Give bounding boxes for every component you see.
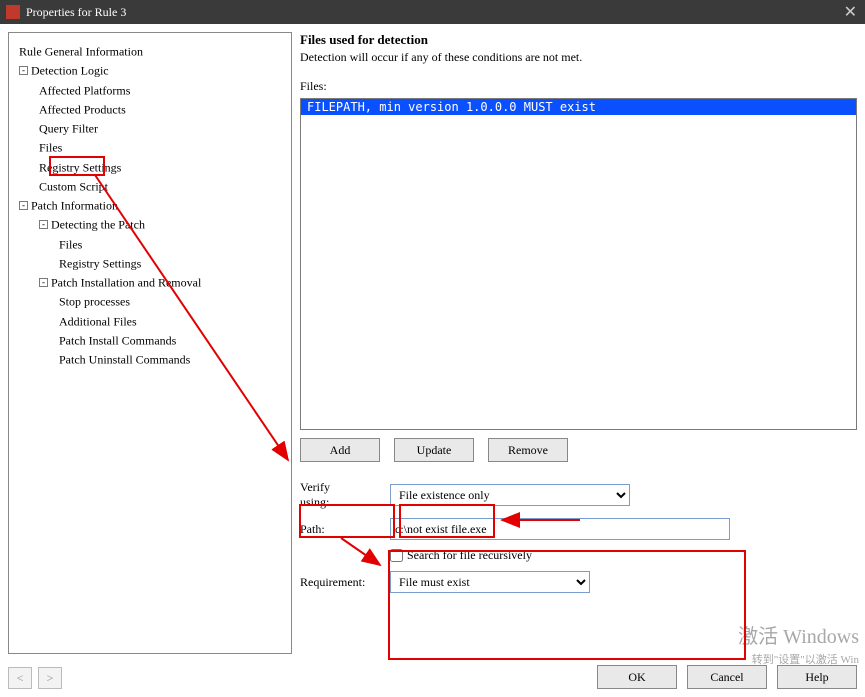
form-grid: Verifyusing: File existence only Path: S… (300, 480, 857, 593)
path-label: Path: (300, 522, 390, 537)
section-title: Files used for detection (300, 32, 857, 48)
list-item[interactable]: FILEPATH, min version 1.0.0.0 MUST exist (301, 99, 856, 115)
help-button[interactable]: Help (777, 665, 857, 689)
files-label: Files: (300, 79, 857, 94)
tree-additional-files[interactable]: Additional Files (13, 311, 287, 330)
tree-dp-files[interactable]: Files (13, 234, 287, 253)
tree-dp-registry[interactable]: Registry Settings (13, 253, 287, 272)
window-title: Properties for Rule 3 (26, 5, 126, 20)
titlebar: Properties for Rule 3 ✕ (0, 0, 865, 24)
tree-query-filter[interactable]: Query Filter (13, 118, 287, 137)
tree-rule-general[interactable]: Rule General Information (13, 41, 287, 60)
footer-buttons: OK Cancel Help (597, 665, 857, 689)
verify-select[interactable]: File existence only (390, 484, 630, 506)
section-subtitle: Detection will occur if any of these con… (300, 50, 857, 65)
collapse-icon[interactable]: - (39, 278, 48, 287)
app-icon (6, 5, 20, 19)
content-area: Rule General Information -Detection Logi… (0, 24, 865, 654)
close-icon[interactable]: ✕ (844, 2, 857, 22)
requirement-select[interactable]: File must exist (390, 571, 590, 593)
ok-button[interactable]: OK (597, 665, 677, 689)
tree-files[interactable]: Files (13, 137, 287, 156)
list-buttons: Add Update Remove (300, 438, 857, 462)
tree-patch-information[interactable]: -Patch Information (13, 195, 287, 214)
collapse-icon[interactable]: - (19, 201, 28, 210)
tree-stop-processes[interactable]: Stop processes (13, 291, 287, 310)
tree-affected-platforms[interactable]: Affected Platforms (13, 80, 287, 99)
path-input[interactable] (390, 518, 730, 540)
tree-registry-settings[interactable]: Registry Settings (13, 157, 287, 176)
tree-patch-install-removal[interactable]: -Patch Installation and Removal (13, 272, 287, 291)
prev-button[interactable]: < (8, 667, 32, 689)
tree-affected-products[interactable]: Affected Products (13, 99, 287, 118)
tree-custom-script[interactable]: Custom Script (13, 176, 287, 195)
cancel-button[interactable]: Cancel (687, 665, 767, 689)
verify-label: Verifyusing: (300, 480, 390, 510)
tree-panel: Rule General Information -Detection Logi… (8, 32, 292, 654)
files-listbox[interactable]: FILEPATH, min version 1.0.0.0 MUST exist (300, 98, 857, 430)
search-recursive-checkbox[interactable] (390, 549, 403, 562)
collapse-icon[interactable]: - (19, 66, 28, 75)
tree-detection-logic[interactable]: -Detection Logic (13, 60, 287, 79)
right-panel: Files used for detection Detection will … (300, 32, 857, 654)
tree-uninstall-commands[interactable]: Patch Uninstall Commands (13, 349, 287, 368)
collapse-icon[interactable]: - (39, 220, 48, 229)
tree-install-commands[interactable]: Patch Install Commands (13, 330, 287, 349)
add-button[interactable]: Add (300, 438, 380, 462)
nav-buttons: < > (8, 667, 62, 689)
remove-button[interactable]: Remove (488, 438, 568, 462)
update-button[interactable]: Update (394, 438, 474, 462)
next-button[interactable]: > (38, 667, 62, 689)
tree-detecting-patch[interactable]: -Detecting the Patch (13, 214, 287, 233)
search-recursive-label: Search for file recursively (407, 548, 532, 563)
requirement-label: Requirement: (300, 575, 390, 590)
